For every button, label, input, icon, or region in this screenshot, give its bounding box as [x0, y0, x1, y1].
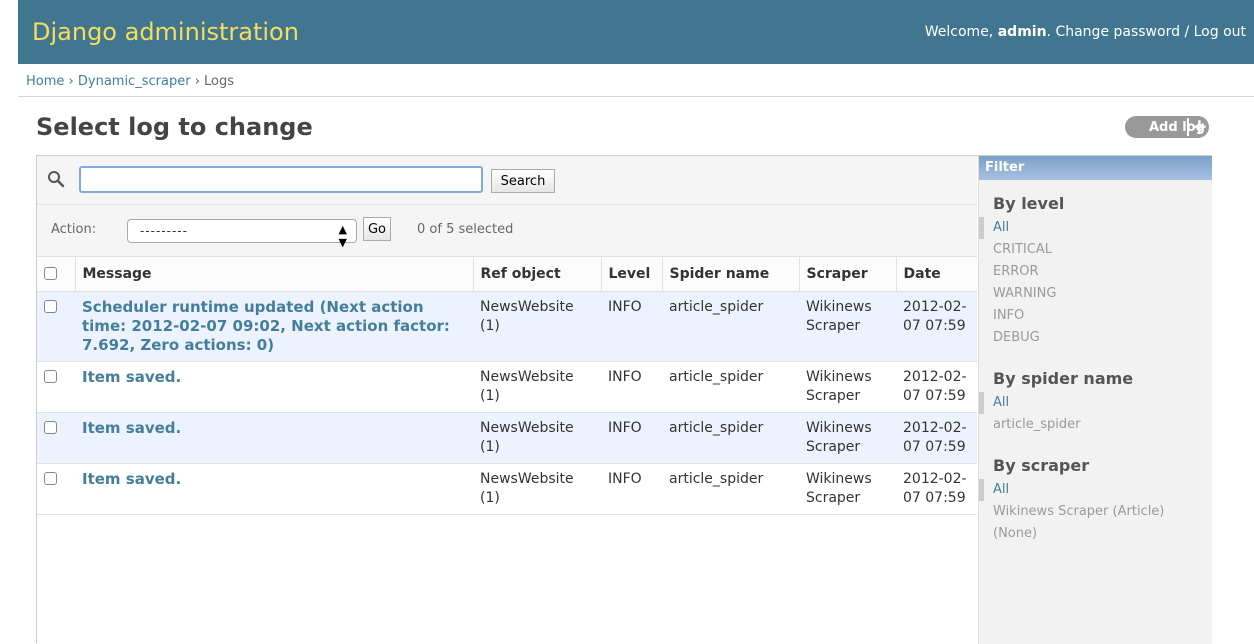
date-cell: 2012-02-07 07:59 — [896, 291, 977, 362]
change-password-link[interactable]: Change password — [1055, 24, 1180, 40]
filter-item-scraper-all[interactable]: All — [979, 479, 1212, 501]
column-header-ref-object[interactable]: Ref object — [472, 257, 601, 292]
filter-item-level-error[interactable]: ERROR — [979, 261, 1212, 283]
table-row: Item saved. NewsWebsite (1) INFO article… — [37, 361, 977, 413]
filter-item-level-critical[interactable]: CRITICAL — [979, 239, 1212, 261]
table-row: Scheduler runtime updated (Next action t… — [37, 291, 977, 362]
site-title[interactable]: Django administration — [32, 18, 299, 46]
filter-heading-spider-name: By spider name — [993, 369, 1134, 388]
search-input[interactable] — [79, 166, 483, 193]
column-header-scraper[interactable]: Scraper — [798, 257, 896, 292]
ref-object-cell: NewsWebsite (1) — [473, 463, 601, 515]
row-checkbox[interactable] — [44, 421, 57, 434]
filter-heading-scraper: By scraper — [993, 456, 1090, 475]
scraper-cell: Wikinews Scraper — [799, 291, 896, 362]
separator: / — [1184, 24, 1190, 40]
filter-header: Filter — [979, 156, 1212, 180]
ref-object-cell: NewsWebsite (1) — [473, 412, 601, 464]
filter-list-scraper: All Wikinews Scraper (Article) (None) — [979, 479, 1212, 545]
breadcrumb: Home › Dynamic_scraper › Logs — [18, 64, 1254, 97]
level-cell: INFO — [601, 361, 662, 413]
scraper-cell: Wikinews Scraper — [799, 463, 896, 515]
message-link[interactable]: Scheduler runtime updated (Next action t… — [75, 291, 473, 362]
user-tools: Welcome, admin. Change password / Log ou… — [924, 24, 1246, 40]
filter-item-level-warning[interactable]: WARNING — [979, 283, 1212, 305]
filter-item-level-debug[interactable]: DEBUG — [979, 327, 1212, 349]
add-log-button[interactable]: Add log + — [1125, 116, 1209, 138]
message-link[interactable]: Item saved. — [75, 361, 473, 413]
filter-item-level-all[interactable]: All — [979, 217, 1212, 239]
selection-counter: 0 of 5 selected — [417, 222, 514, 237]
row-select-cell — [37, 412, 75, 464]
spider-name-cell: article_spider — [662, 412, 799, 464]
level-cell: INFO — [601, 412, 662, 464]
breadcrumb-separator: › — [68, 74, 74, 89]
logout-link[interactable]: Log out — [1194, 24, 1246, 40]
action-select-value: --------- — [140, 224, 188, 238]
column-header-date[interactable]: Date — [895, 257, 977, 292]
breadcrumb-app[interactable]: Dynamic_scraper — [78, 74, 191, 89]
select-caret-icon: ▲ ▼ — [338, 223, 348, 249]
action-label: Action: — [51, 222, 97, 237]
message-link[interactable]: Item saved. — [75, 412, 473, 464]
breadcrumb-separator: › — [194, 74, 200, 89]
spider-name-cell: article_spider — [662, 463, 799, 515]
date-cell: 2012-02-07 07:59 — [896, 412, 977, 464]
row-checkbox[interactable] — [44, 472, 57, 485]
message-link[interactable]: Item saved. — [75, 463, 473, 515]
filter-list-spider-name: All article_spider — [979, 392, 1212, 436]
spider-name-cell: article_spider — [662, 291, 799, 362]
action-select[interactable]: --------- ▲ ▼ — [127, 219, 357, 249]
date-cell: 2012-02-07 07:59 — [896, 361, 977, 413]
row-checkbox[interactable] — [44, 300, 57, 313]
search-icon — [47, 170, 65, 192]
filter-item-level-info[interactable]: INFO — [979, 305, 1212, 327]
filter-item-scraper-wikinews[interactable]: Wikinews Scraper (Article) — [979, 501, 1212, 523]
breadcrumb-home[interactable]: Home — [26, 74, 64, 89]
date-cell: 2012-02-07 07:59 — [896, 463, 977, 515]
filter-item-spider-all[interactable]: All — [979, 392, 1212, 414]
filter-list-level: All CRITICAL ERROR WARNING INFO DEBUG — [979, 217, 1212, 349]
column-header-message[interactable]: Message — [74, 257, 473, 292]
row-checkbox[interactable] — [44, 370, 57, 383]
actions-bar: Action: --------- ▲ ▼ Go 0 of 5 selected — [37, 205, 977, 257]
go-button[interactable]: Go — [363, 217, 391, 241]
select-all-checkbox[interactable] — [44, 267, 57, 281]
level-cell: INFO — [601, 291, 662, 362]
filter-item-spider-article[interactable]: article_spider — [979, 414, 1212, 436]
row-select-cell — [37, 361, 75, 413]
table-row: Item saved. NewsWebsite (1) INFO article… — [37, 463, 977, 515]
table-header-row: Message Ref object Level Spider name Scr… — [37, 257, 977, 292]
result-table: Message Ref object Level Spider name Scr… — [37, 257, 977, 515]
filter-item-scraper-none[interactable]: (None) — [979, 523, 1212, 545]
ref-object-cell: NewsWebsite (1) — [473, 361, 601, 413]
page-title: Select log to change — [36, 113, 313, 141]
header: Django administration Welcome, admin. Ch… — [18, 0, 1254, 64]
filter-sidebar: Filter By level All CRITICAL ERROR WARNI… — [978, 156, 1212, 644]
spider-name-cell: article_spider — [662, 361, 799, 413]
column-header-level[interactable]: Level — [600, 257, 662, 292]
select-all-header[interactable] — [37, 257, 75, 292]
add-icon: + — [1187, 116, 1208, 136]
table-row: Item saved. NewsWebsite (1) INFO article… — [37, 412, 977, 464]
row-select-cell — [37, 463, 75, 515]
level-cell: INFO — [601, 463, 662, 515]
ref-object-cell: NewsWebsite (1) — [473, 291, 601, 362]
row-select-cell — [37, 291, 75, 362]
welcome-text: Welcome, — [924, 24, 994, 40]
breadcrumb-current: Logs — [204, 74, 235, 89]
scraper-cell: Wikinews Scraper — [799, 361, 896, 413]
search-toolbar: Search — [37, 156, 977, 205]
scraper-cell: Wikinews Scraper — [799, 412, 896, 464]
filter-heading-level: By level — [993, 194, 1065, 213]
search-button[interactable]: Search — [491, 169, 555, 193]
changelist: Search Action: --------- ▲ ▼ Go 0 of 5 se… — [36, 155, 1212, 644]
username: admin — [997, 24, 1047, 40]
column-header-spider-name[interactable]: Spider name — [661, 257, 799, 292]
